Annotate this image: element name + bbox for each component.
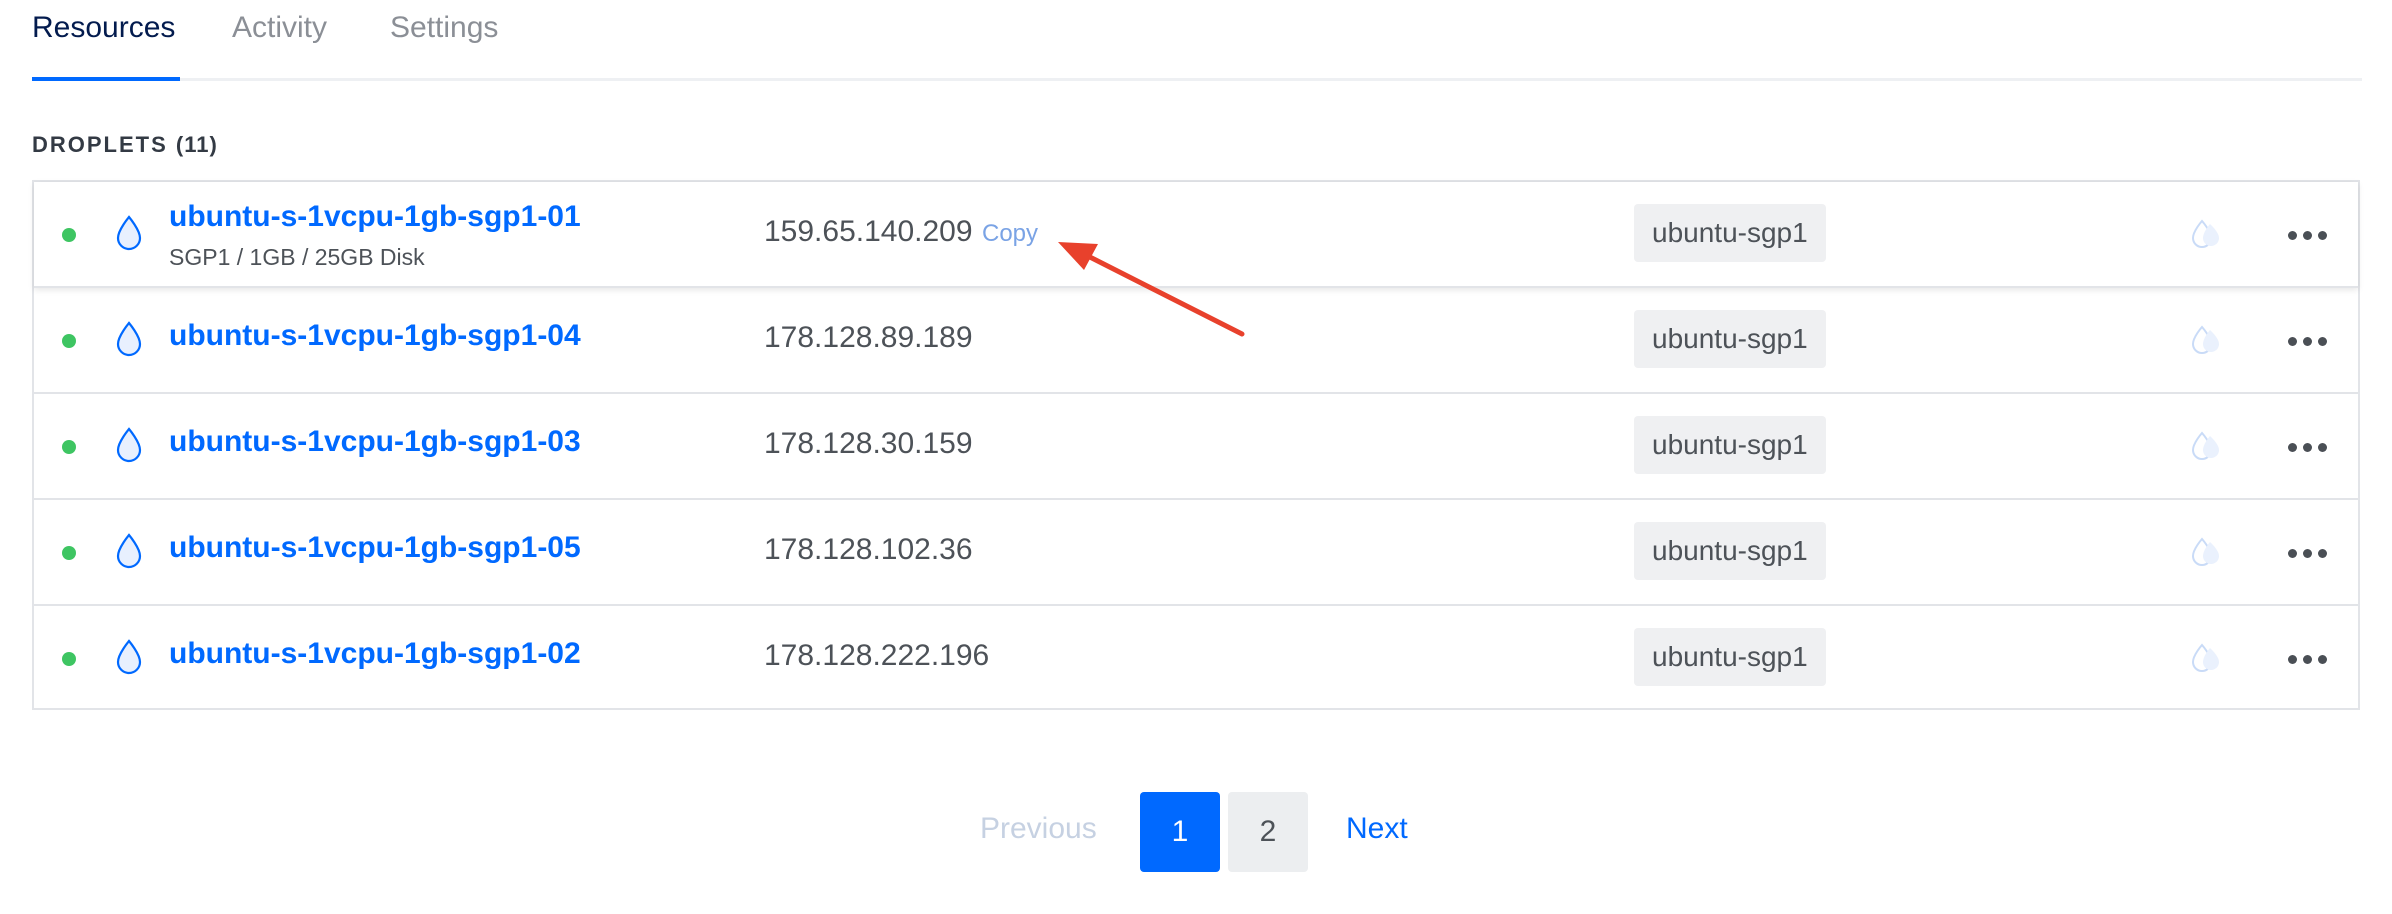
- droplet-ip: 178.128.89.189: [764, 321, 973, 354]
- droplet-icon: [116, 639, 142, 675]
- droplet-tag[interactable]: ubuntu-sgp1: [1634, 204, 1826, 262]
- droplet-name-link[interactable]: ubuntu-s-1vcpu-1gb-sgp1-03: [169, 425, 581, 459]
- droplet-name-link[interactable]: ubuntu-s-1vcpu-1gb-sgp1-05: [169, 531, 581, 565]
- droplet-meta: SGP1 / 1GB / 25GB Disk: [169, 244, 425, 270]
- previous-page-button: Previous: [980, 812, 1097, 845]
- tab-settings[interactable]: Settings: [390, 8, 498, 78]
- table-row: ubuntu-s-1vcpu-1gb-sgp1-05 178.128.102.3…: [34, 500, 2358, 606]
- droplet-name-link[interactable]: ubuntu-s-1vcpu-1gb-sgp1-04: [169, 319, 581, 353]
- droplet-tag[interactable]: ubuntu-sgp1: [1634, 310, 1826, 368]
- droplets-table: ubuntu-s-1vcpu-1gb-sgp1-01 SGP1 / 1GB / …: [32, 180, 2360, 710]
- droplet-ip: 159.65.140.209: [764, 215, 973, 248]
- page-1-button[interactable]: 1: [1140, 792, 1220, 872]
- droplet-tag[interactable]: ubuntu-sgp1: [1634, 416, 1826, 474]
- more-options-button[interactable]: [2284, 642, 2334, 676]
- more-options-button[interactable]: [2284, 218, 2334, 252]
- droplet-backup-icon: [2191, 325, 2219, 354]
- table-row: ubuntu-s-1vcpu-1gb-sgp1-01 SGP1 / 1GB / …: [34, 182, 2358, 288]
- droplet-count: (11): [175, 132, 218, 157]
- droplet-icon: [116, 533, 142, 569]
- status-indicator: [62, 228, 76, 242]
- more-options-button[interactable]: [2284, 536, 2334, 570]
- droplet-tag[interactable]: ubuntu-sgp1: [1634, 628, 1826, 686]
- more-options-button[interactable]: [2284, 430, 2334, 464]
- tab-activity[interactable]: Activity: [232, 8, 327, 78]
- next-page-button[interactable]: Next: [1346, 812, 1408, 846]
- status-indicator: [62, 546, 76, 560]
- status-indicator: [62, 440, 76, 454]
- section-title-label: DROPLETS: [32, 132, 168, 157]
- section-title: DROPLETS (11): [32, 132, 218, 158]
- droplet-backup-icon: [2191, 537, 2219, 566]
- status-indicator: [62, 334, 76, 348]
- droplet-icon: [116, 215, 142, 251]
- page-2-button[interactable]: 2: [1228, 792, 1308, 872]
- droplet-icon: [116, 427, 142, 463]
- table-row: ubuntu-s-1vcpu-1gb-sgp1-03 178.128.30.15…: [34, 394, 2358, 500]
- droplet-ip: 178.128.30.159: [764, 427, 973, 460]
- droplet-name-link[interactable]: ubuntu-s-1vcpu-1gb-sgp1-01: [169, 200, 581, 234]
- more-options-button[interactable]: [2284, 324, 2334, 358]
- table-row: ubuntu-s-1vcpu-1gb-sgp1-04 178.128.89.18…: [34, 288, 2358, 394]
- status-indicator: [62, 652, 76, 666]
- table-row: ubuntu-s-1vcpu-1gb-sgp1-02 178.128.222.1…: [34, 606, 2358, 712]
- droplet-ip: 178.128.222.196: [764, 639, 990, 672]
- droplet-icon: [116, 321, 142, 357]
- droplet-name-link[interactable]: ubuntu-s-1vcpu-1gb-sgp1-02: [169, 637, 581, 671]
- droplet-tag[interactable]: ubuntu-sgp1: [1634, 522, 1826, 580]
- copy-ip-button[interactable]: Copy: [982, 220, 1038, 248]
- droplet-backup-icon: [2191, 219, 2219, 248]
- droplet-backup-icon: [2191, 431, 2219, 460]
- droplet-backup-icon: [2191, 643, 2219, 672]
- tab-resources[interactable]: Resources: [32, 8, 180, 81]
- droplet-ip: 178.128.102.36: [764, 533, 973, 566]
- tab-bar: Resources Activity Settings: [32, 0, 2362, 81]
- pagination: Previous 1 2 Next: [0, 792, 2392, 872]
